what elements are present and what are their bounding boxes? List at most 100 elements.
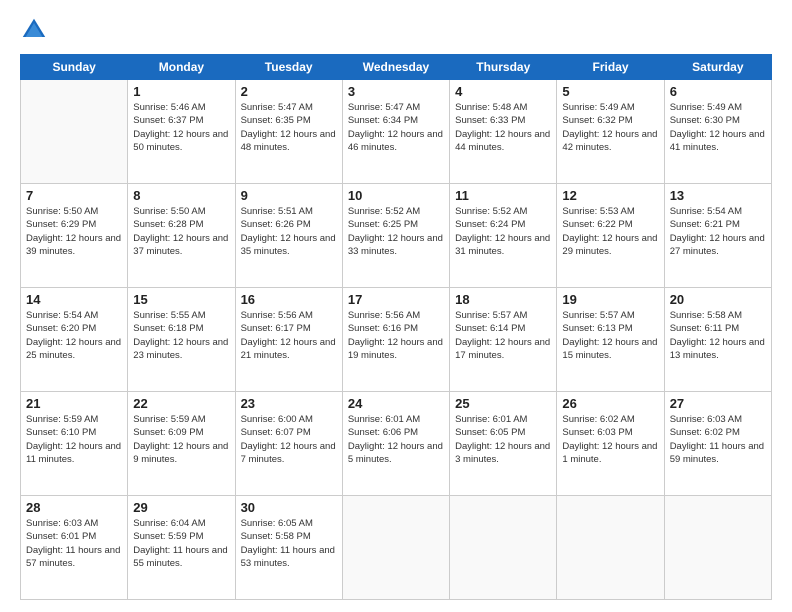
day-number: 19 xyxy=(562,292,658,307)
day-info: Sunrise: 5:54 AMSunset: 6:21 PMDaylight:… xyxy=(670,205,766,258)
day-number: 8 xyxy=(133,188,229,203)
weekday-header-saturday: Saturday xyxy=(664,55,771,80)
day-number: 1 xyxy=(133,84,229,99)
calendar-cell: 28 Sunrise: 6:03 AMSunset: 6:01 PMDayligh… xyxy=(21,496,128,600)
calendar-week-row: 1 Sunrise: 5:46 AMSunset: 6:37 PMDaylight… xyxy=(21,80,772,184)
calendar-cell: 30 Sunrise: 6:05 AMSunset: 5:58 PMDayligh… xyxy=(235,496,342,600)
day-info: Sunrise: 5:49 AMSunset: 6:32 PMDaylight:… xyxy=(562,101,658,154)
page: SundayMondayTuesdayWednesdayThursdayFrid… xyxy=(0,0,792,612)
calendar-cell: 19 Sunrise: 5:57 AMSunset: 6:13 PMDayligh… xyxy=(557,288,664,392)
day-info: Sunrise: 5:52 AMSunset: 6:25 PMDaylight:… xyxy=(348,205,444,258)
day-number: 5 xyxy=(562,84,658,99)
calendar-cell: 13 Sunrise: 5:54 AMSunset: 6:21 PMDayligh… xyxy=(664,184,771,288)
logo xyxy=(20,16,54,44)
day-number: 17 xyxy=(348,292,444,307)
day-number: 6 xyxy=(670,84,766,99)
calendar-cell: 15Sunrise: 5:55 AMSunset: 6:18 PMDayligh… xyxy=(128,288,235,392)
day-number: 12 xyxy=(562,188,658,203)
day-info: Sunrise: 6:01 AMSunset: 6:05 PMDaylight:… xyxy=(455,413,551,466)
day-number: 9 xyxy=(241,188,337,203)
calendar-cell: 4 Sunrise: 5:48 AMSunset: 6:33 PMDaylight… xyxy=(450,80,557,184)
day-info: Sunrise: 5:56 AMSunset: 6:17 PMDaylight:… xyxy=(241,309,337,362)
calendar-cell: 11 Sunrise: 5:52 AMSunset: 6:24 PMDayligh… xyxy=(450,184,557,288)
day-number: 30 xyxy=(241,500,337,515)
weekday-header-wednesday: Wednesday xyxy=(342,55,449,80)
day-info: Sunrise: 5:57 AMSunset: 6:14 PMDaylight:… xyxy=(455,309,551,362)
calendar-cell: 2 Sunrise: 5:47 AMSunset: 6:35 PMDaylight… xyxy=(235,80,342,184)
day-info: Sunrise: 5:51 AMSunset: 6:26 PMDaylight:… xyxy=(241,205,337,258)
day-number: 15 xyxy=(133,292,229,307)
logo-icon xyxy=(20,16,48,44)
calendar-week-row: 14 Sunrise: 5:54 AMSunset: 6:20 PMDayligh… xyxy=(21,288,772,392)
day-number: 11 xyxy=(455,188,551,203)
day-number: 7 xyxy=(26,188,122,203)
day-number: 29 xyxy=(133,500,229,515)
day-info: Sunrise: 5:48 AMSunset: 6:33 PMDaylight:… xyxy=(455,101,551,154)
day-info: Sunrise: 5:50 AMSunset: 6:28 PMDaylight:… xyxy=(133,205,229,258)
day-info: Sunrise: 5:59 AMSunset: 6:10 PMDaylight:… xyxy=(26,413,122,466)
calendar-cell: 17Sunrise: 5:56 AMSunset: 6:16 PMDayligh… xyxy=(342,288,449,392)
weekday-header-thursday: Thursday xyxy=(450,55,557,80)
day-info: Sunrise: 6:03 AMSunset: 6:02 PMDaylight:… xyxy=(670,413,766,466)
calendar-cell: 3 Sunrise: 5:47 AMSunset: 6:34 PMDaylight… xyxy=(342,80,449,184)
calendar-cell xyxy=(557,496,664,600)
calendar-cell: 25Sunrise: 6:01 AMSunset: 6:05 PMDayligh… xyxy=(450,392,557,496)
weekday-header-monday: Monday xyxy=(128,55,235,80)
day-info: Sunrise: 5:53 AMSunset: 6:22 PMDaylight:… xyxy=(562,205,658,258)
day-number: 16 xyxy=(241,292,337,307)
calendar-cell: 7 Sunrise: 5:50 AMSunset: 6:29 PMDaylight… xyxy=(21,184,128,288)
calendar-cell: 16 Sunrise: 5:56 AMSunset: 6:17 PMDayligh… xyxy=(235,288,342,392)
calendar-cell: 14 Sunrise: 5:54 AMSunset: 6:20 PMDayligh… xyxy=(21,288,128,392)
calendar-cell: 29 Sunrise: 6:04 AMSunset: 5:59 PMDayligh… xyxy=(128,496,235,600)
day-info: Sunrise: 6:02 AMSunset: 6:03 PMDaylight:… xyxy=(562,413,658,466)
calendar-cell: 20 Sunrise: 5:58 AMSunset: 6:11 PMDayligh… xyxy=(664,288,771,392)
day-number: 26 xyxy=(562,396,658,411)
day-info: Sunrise: 5:59 AMSunset: 6:09 PMDaylight:… xyxy=(133,413,229,466)
day-info: Sunrise: 5:57 AMSunset: 6:13 PMDaylight:… xyxy=(562,309,658,362)
day-number: 23 xyxy=(241,396,337,411)
day-info: Sunrise: 6:00 AMSunset: 6:07 PMDaylight:… xyxy=(241,413,337,466)
calendar-week-row: 28 Sunrise: 6:03 AMSunset: 6:01 PMDayligh… xyxy=(21,496,772,600)
day-info: Sunrise: 5:47 AMSunset: 6:35 PMDaylight:… xyxy=(241,101,337,154)
day-info: Sunrise: 5:47 AMSunset: 6:34 PMDaylight:… xyxy=(348,101,444,154)
calendar-cell: 8 Sunrise: 5:50 AMSunset: 6:28 PMDaylight… xyxy=(128,184,235,288)
day-info: Sunrise: 5:52 AMSunset: 6:24 PMDaylight:… xyxy=(455,205,551,258)
weekday-header-friday: Friday xyxy=(557,55,664,80)
weekday-header-sunday: Sunday xyxy=(21,55,128,80)
day-info: Sunrise: 5:54 AMSunset: 6:20 PMDaylight:… xyxy=(26,309,122,362)
calendar-cell: 21 Sunrise: 5:59 AMSunset: 6:10 PMDayligh… xyxy=(21,392,128,496)
day-info: Sunrise: 5:50 AMSunset: 6:29 PMDaylight:… xyxy=(26,205,122,258)
weekday-header-tuesday: Tuesday xyxy=(235,55,342,80)
calendar-cell xyxy=(664,496,771,600)
calendar-cell xyxy=(450,496,557,600)
day-number: 2 xyxy=(241,84,337,99)
calendar-cell: 10 Sunrise: 5:52 AMSunset: 6:25 PMDayligh… xyxy=(342,184,449,288)
day-number: 18 xyxy=(455,292,551,307)
day-info: Sunrise: 5:46 AMSunset: 6:37 PMDaylight:… xyxy=(133,101,229,154)
day-number: 4 xyxy=(455,84,551,99)
day-info: Sunrise: 6:04 AMSunset: 5:59 PMDaylight:… xyxy=(133,517,229,570)
calendar-week-row: 21 Sunrise: 5:59 AMSunset: 6:10 PMDayligh… xyxy=(21,392,772,496)
day-number: 13 xyxy=(670,188,766,203)
day-info: Sunrise: 5:58 AMSunset: 6:11 PMDaylight:… xyxy=(670,309,766,362)
day-number: 27 xyxy=(670,396,766,411)
calendar-cell: 22Sunrise: 5:59 AMSunset: 6:09 PMDayligh… xyxy=(128,392,235,496)
calendar-cell: 27 Sunrise: 6:03 AMSunset: 6:02 PMDayligh… xyxy=(664,392,771,496)
day-number: 28 xyxy=(26,500,122,515)
day-number: 20 xyxy=(670,292,766,307)
day-info: Sunrise: 6:01 AMSunset: 6:06 PMDaylight:… xyxy=(348,413,444,466)
day-info: Sunrise: 5:49 AMSunset: 6:30 PMDaylight:… xyxy=(670,101,766,154)
day-info: Sunrise: 6:05 AMSunset: 5:58 PMDaylight:… xyxy=(241,517,337,570)
day-number: 3 xyxy=(348,84,444,99)
day-number: 10 xyxy=(348,188,444,203)
day-number: 21 xyxy=(26,396,122,411)
calendar-cell xyxy=(342,496,449,600)
calendar-cell xyxy=(21,80,128,184)
calendar-cell: 23 Sunrise: 6:00 AMSunset: 6:07 PMDayligh… xyxy=(235,392,342,496)
calendar-cell: 6 Sunrise: 5:49 AMSunset: 6:30 PMDaylight… xyxy=(664,80,771,184)
calendar-cell: 9 Sunrise: 5:51 AMSunset: 6:26 PMDaylight… xyxy=(235,184,342,288)
day-info: Sunrise: 6:03 AMSunset: 6:01 PMDaylight:… xyxy=(26,517,122,570)
calendar-week-row: 7 Sunrise: 5:50 AMSunset: 6:29 PMDaylight… xyxy=(21,184,772,288)
calendar-cell: 12 Sunrise: 5:53 AMSunset: 6:22 PMDayligh… xyxy=(557,184,664,288)
day-number: 14 xyxy=(26,292,122,307)
